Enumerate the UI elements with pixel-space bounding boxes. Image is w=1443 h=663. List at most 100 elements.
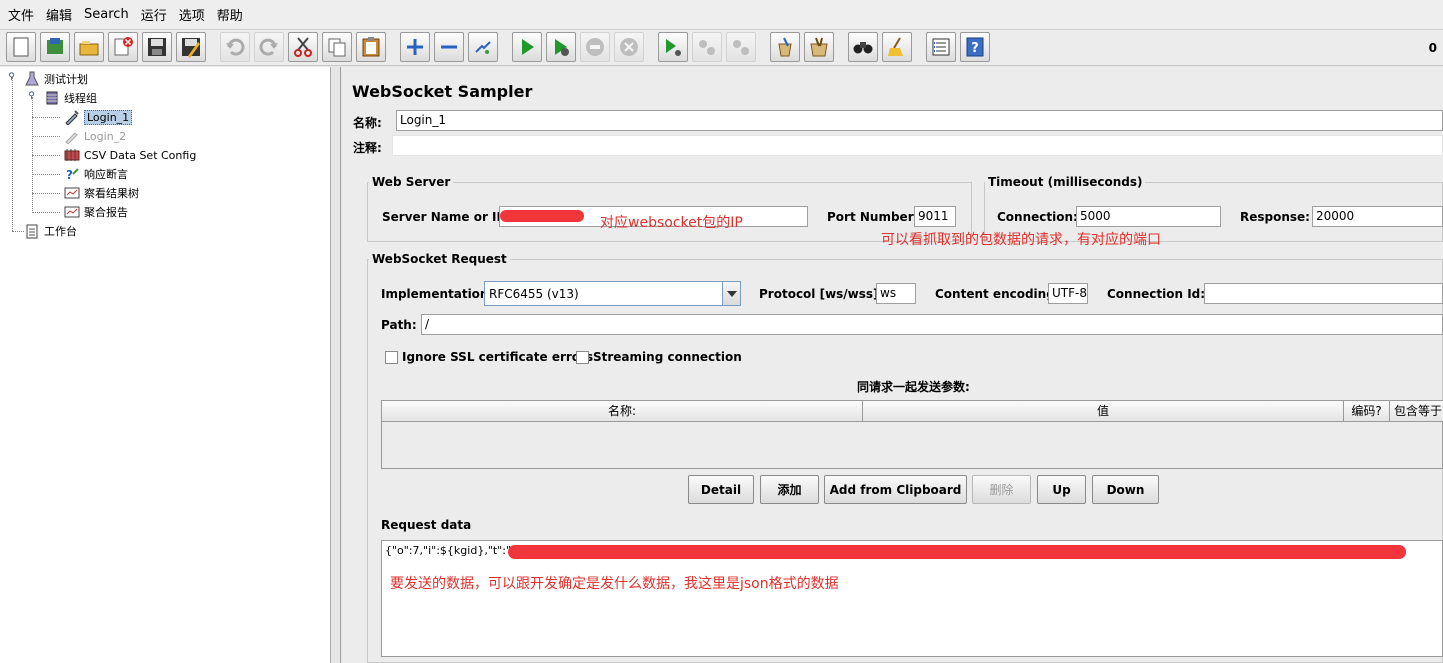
implementation-select[interactable]: RFC6455 (v13) xyxy=(484,281,741,306)
redo-button[interactable] xyxy=(254,32,284,62)
remote-stop-button[interactable] xyxy=(692,32,722,62)
annotation-ip-note: 对应websocket包的IP xyxy=(600,215,743,231)
open-icon xyxy=(79,41,99,56)
tree-item-aggregate[interactable]: 聚合报告 xyxy=(64,203,128,221)
streaming-label: Streaming connection xyxy=(593,350,742,364)
svg-text:?: ? xyxy=(971,41,979,56)
error-counter: 0 xyxy=(1428,41,1437,55)
paste-icon xyxy=(362,37,380,57)
toggle-button[interactable] xyxy=(468,32,498,62)
tree-item-assertion[interactable]: ? 响应断言 xyxy=(64,165,128,183)
save-as-button[interactable] xyxy=(176,32,206,62)
add-button[interactable]: 添加 xyxy=(760,475,819,504)
paste-button[interactable] xyxy=(356,32,386,62)
stop-button[interactable] xyxy=(580,32,610,62)
tree-label: 响应断言 xyxy=(84,168,128,181)
delete-button[interactable]: 删除 xyxy=(972,475,1031,504)
tree-item-workbench[interactable]: 工作台 xyxy=(24,222,77,240)
column-header-value[interactable]: 值 xyxy=(863,401,1344,422)
search-button[interactable] xyxy=(848,32,878,62)
function-helper-button[interactable] xyxy=(926,32,956,62)
expand-button[interactable] xyxy=(400,32,430,62)
page-title: WebSocket Sampler xyxy=(352,82,533,101)
down-button[interactable]: Down xyxy=(1092,475,1159,504)
svg-text:?: ? xyxy=(66,168,73,182)
open-button[interactable] xyxy=(74,32,104,62)
ignore-ssl-checkbox[interactable]: Ignore SSL certificate errors xyxy=(385,350,593,364)
templates-icon xyxy=(47,38,63,54)
column-header-encode[interactable]: 编码? xyxy=(1344,401,1390,422)
copy-button[interactable] xyxy=(322,32,352,62)
response-timeout-field[interactable]: 20000 xyxy=(1312,206,1443,227)
undo-button[interactable] xyxy=(220,32,250,62)
column-header-name[interactable]: 名称: xyxy=(382,401,863,422)
shutdown-button[interactable] xyxy=(614,32,644,62)
reset-search-button[interactable] xyxy=(882,32,912,62)
protocol-label: Protocol [ws/wss]: xyxy=(759,287,884,301)
menu-run[interactable]: 运行 xyxy=(137,5,175,24)
name-field[interactable]: Login_1 xyxy=(396,110,1443,131)
tree-item-login-2[interactable]: Login_2 xyxy=(64,127,126,145)
start-no-pauses-button[interactable] xyxy=(546,32,576,62)
collapse-button[interactable] xyxy=(434,32,464,62)
tree-item-test-plan[interactable]: 测试计划 xyxy=(24,70,88,88)
help-button[interactable]: ? xyxy=(960,32,990,62)
clear-button[interactable] xyxy=(770,32,800,62)
menu-options[interactable]: 选项 xyxy=(175,5,213,24)
params-table[interactable]: 名称: 值 编码? 包含等于? xyxy=(381,400,1443,469)
timeout-legend: Timeout (milliseconds) xyxy=(985,175,1146,189)
toggle-icon xyxy=(475,41,491,54)
expand-icon xyxy=(407,39,423,55)
path-field[interactable]: / xyxy=(421,314,1443,335)
path-label: Path: xyxy=(381,318,417,332)
menu-edit[interactable]: 编辑 xyxy=(42,5,80,24)
streaming-checkbox[interactable]: Streaming connection xyxy=(576,350,742,364)
tree-item-results-tree[interactable]: 察看结果树 xyxy=(64,184,139,202)
tree-item-login-1[interactable]: Login_1 xyxy=(64,108,133,126)
tree-item-thread-group[interactable]: 线程组 xyxy=(44,89,97,107)
menu-file[interactable]: 文件 xyxy=(4,5,42,24)
remote-start-button[interactable] xyxy=(658,32,688,62)
menu-search[interactable]: Search xyxy=(80,7,137,22)
tree-label: Login_2 xyxy=(84,129,127,143)
protocol-field[interactable]: ws xyxy=(876,283,916,304)
detail-button[interactable]: Detail xyxy=(688,475,754,504)
thread-group-toggle[interactable]: ⚲ xyxy=(27,92,36,101)
tree-label: 线程组 xyxy=(64,92,97,105)
cut-button[interactable] xyxy=(288,32,318,62)
tree-label: 聚合报告 xyxy=(84,206,128,219)
connection-id-field[interactable] xyxy=(1204,283,1443,304)
column-header-include-equals[interactable]: 包含等于? xyxy=(1390,401,1443,422)
server-label: Server Name or IP: xyxy=(382,210,511,224)
test-plan-toggle[interactable]: ⚲ xyxy=(7,73,16,82)
add-from-clipboard-button[interactable]: Add from Clipboard xyxy=(824,475,967,504)
save-button[interactable] xyxy=(142,32,172,62)
menu-help[interactable]: 帮助 xyxy=(213,5,251,24)
splitter[interactable] xyxy=(331,67,341,663)
chevron-down-icon[interactable] xyxy=(722,282,740,305)
templates-button[interactable] xyxy=(40,32,70,62)
tree-label: 察看结果树 xyxy=(84,187,139,200)
close-button[interactable] xyxy=(108,32,138,62)
encoding-field[interactable]: UTF-8 xyxy=(1048,283,1088,304)
implementation-label: Implementation: xyxy=(381,287,494,301)
remote-stop-icon xyxy=(699,40,715,55)
spool-icon xyxy=(44,90,60,106)
new-icon xyxy=(13,37,29,57)
tree-item-csv[interactable]: CSV Data Set Config xyxy=(64,146,196,164)
comment-field[interactable] xyxy=(392,135,1443,156)
start-button[interactable] xyxy=(512,32,542,62)
new-button[interactable] xyxy=(6,32,36,62)
pipette-icon xyxy=(64,109,80,125)
clear-all-button[interactable] xyxy=(804,32,834,62)
remote-shutdown-button[interactable] xyxy=(726,32,756,62)
checkbox-box xyxy=(385,350,398,364)
port-label: Port Number: xyxy=(827,210,919,224)
up-button[interactable]: Up xyxy=(1037,475,1086,504)
port-field[interactable]: 9011 xyxy=(914,206,956,227)
test-plan-tree: ⚲ ⚲ 测试计划 线程组 Login_1 Login_2 CSV Data Se… xyxy=(0,67,331,663)
comment-label: 注释: xyxy=(353,141,382,155)
params-caption: 同请求一起发送参数: xyxy=(857,380,970,394)
connection-timeout-field[interactable]: 5000 xyxy=(1076,206,1221,227)
clipboard-icon xyxy=(24,223,40,239)
